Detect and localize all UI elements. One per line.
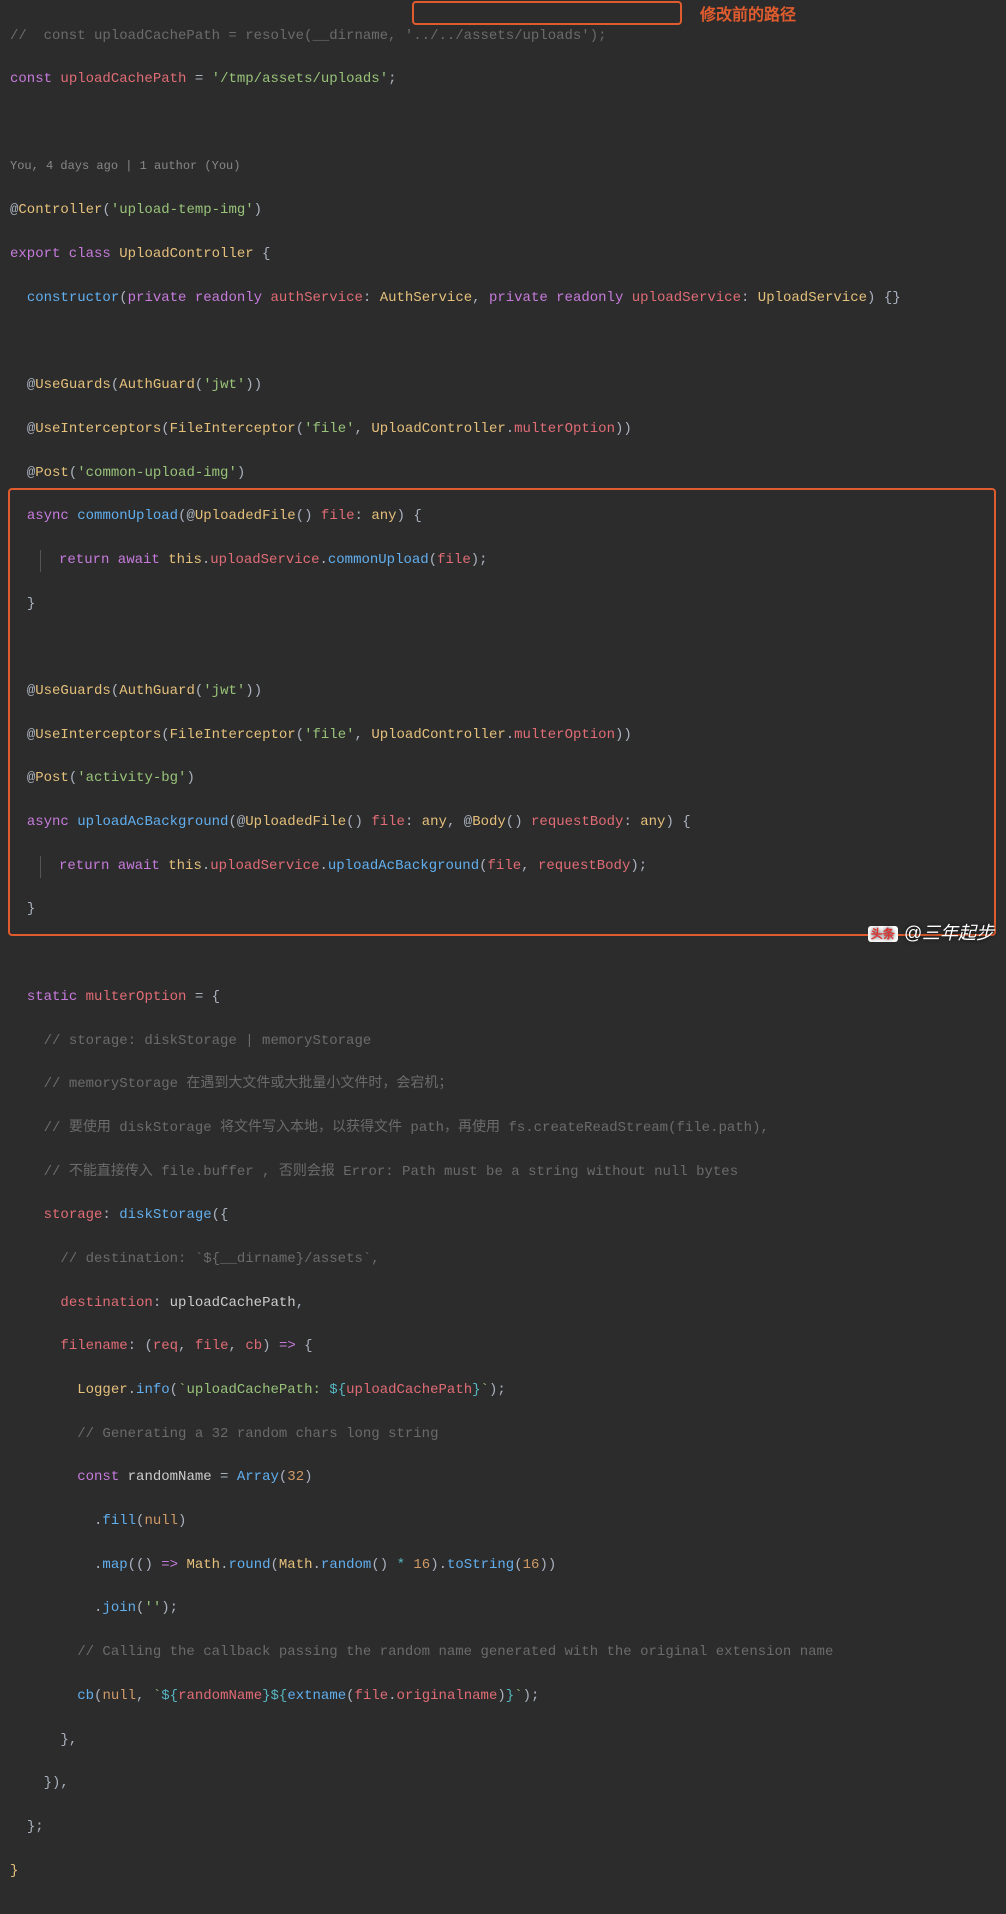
- code-line: const uploadCachePath = '/tmp/assets/upl…: [10, 69, 996, 91]
- code-line: // const uploadCachePath = resolve(__dir…: [10, 26, 996, 48]
- code-line: .join('');: [10, 1598, 996, 1620]
- code-line: @Post('common-upload-img'): [10, 463, 996, 485]
- code-line: @Post('activity-bg'): [10, 768, 996, 790]
- code-line: }: [10, 1861, 996, 1883]
- code-line: @Controller('upload-temp-img'): [10, 200, 996, 222]
- watermark-logo: 头条: [868, 926, 898, 942]
- code-line: filename: (req, file, cb) => {: [10, 1336, 996, 1358]
- code-line: },: [10, 1730, 996, 1752]
- code-line: destination: uploadCachePath,: [10, 1293, 996, 1315]
- code-line: storage: diskStorage({: [10, 1205, 996, 1227]
- code-line: // Calling the callback passing the rand…: [10, 1642, 996, 1664]
- code-editor-content[interactable]: // const uploadCachePath = resolve(__dir…: [0, 0, 1006, 1914]
- code-line: async commonUpload(@UploadedFile() file:…: [10, 506, 996, 528]
- code-line: // 要使用 diskStorage 将文件写入本地，以获得文件 path，再使…: [10, 1118, 996, 1140]
- code-line: cb(null, `${randomName}${extname(file.or…: [10, 1686, 996, 1708]
- code-line: @UseInterceptors(FileInterceptor('file',…: [10, 419, 996, 441]
- code-line: // memoryStorage 在遇到大文件或大批量小文件时，会宕机；: [10, 1074, 996, 1096]
- watermark-handle: @三年起步: [904, 920, 994, 948]
- code-line: export class UploadController {: [10, 244, 996, 266]
- code-line: const randomName = Array(32): [10, 1467, 996, 1489]
- code-line: // destination: `${__dirname}/assets`,: [10, 1249, 996, 1271]
- git-blame-line: You, 4 days ago | 1 author (You): [10, 157, 996, 179]
- code-line: return await this.uploadService.uploadAc…: [40, 856, 996, 878]
- code-line: .map(() => Math.round(Math.random() * 16…: [10, 1555, 996, 1577]
- code-line: }: [10, 899, 996, 921]
- code-line: static multerOption = {: [10, 987, 996, 1009]
- annotation-label: 修改前的路径: [700, 4, 796, 29]
- code-line: @UseGuards(AuthGuard('jwt')): [10, 375, 996, 397]
- code-line: // 不能直接传入 file.buffer , 否则会报 Error: Path…: [10, 1162, 996, 1184]
- code-line: // storage: diskStorage | memoryStorage: [10, 1031, 996, 1053]
- code-line: .fill(null): [10, 1511, 996, 1533]
- watermark: 头条 @三年起步: [868, 920, 994, 948]
- code-line: async uploadAcBackground(@UploadedFile()…: [10, 812, 996, 834]
- code-line: return await this.uploadService.commonUp…: [40, 550, 996, 572]
- code-line: constructor(private readonly authService…: [10, 288, 996, 310]
- code-line: @UseGuards(AuthGuard('jwt')): [10, 681, 996, 703]
- code-line: Logger.info(`uploadCachePath: ${uploadCa…: [10, 1380, 996, 1402]
- code-line: }),: [10, 1773, 996, 1795]
- code-line: @UseInterceptors(FileInterceptor('file',…: [10, 725, 996, 747]
- code-line: // Generating a 32 random chars long str…: [10, 1424, 996, 1446]
- code-line: };: [10, 1817, 996, 1839]
- code-line: }: [10, 594, 996, 616]
